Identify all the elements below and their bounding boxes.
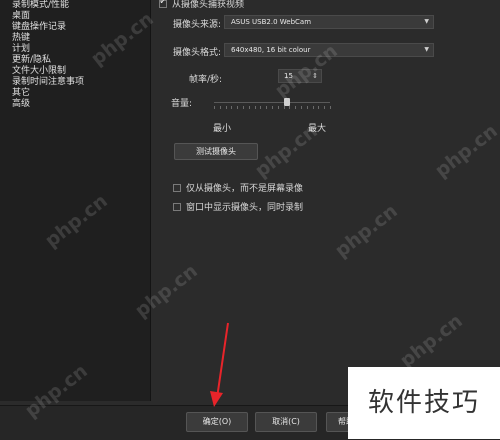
slider-tick [284, 106, 285, 109]
slider-max-label: 最大 [308, 124, 327, 134]
sidebar-item-hotkeys[interactable]: 热键 [12, 33, 30, 43]
camera-format-select[interactable]: 640x480, 16 bit colour ▼ [224, 43, 434, 57]
camera-settings-panel: 从摄像头捕获视频 摄像头来源: ASUS USB2.0 WebCam ▼ 摄像头… [151, 0, 500, 405]
record-from-camera-option[interactable]: 从摄像头捕获视频 [159, 0, 244, 10]
sidebar-item-advanced[interactable]: 高级 [12, 99, 30, 109]
sidebar-item-file-size[interactable]: 文件大小限制 [12, 66, 66, 76]
slider-tick [313, 106, 314, 109]
sidebar-item-updates-privacy[interactable]: 更新/隐私 [12, 55, 51, 65]
slider-tick [214, 106, 215, 109]
slider-track [214, 102, 330, 103]
camera-format-value: 640x480, 16 bit colour [231, 46, 311, 54]
slider-tick [289, 106, 290, 109]
slider-min-label: 最小 [213, 124, 232, 134]
spinner-arrows-icon[interactable]: ⇕ [312, 70, 318, 82]
sidebar-item-desktop[interactable]: 桌面 [12, 11, 30, 21]
record-from-camera-label: 从摄像头捕获视频 [172, 0, 245, 10]
camera-source-select[interactable]: ASUS USB2.0 WebCam ▼ [224, 15, 434, 29]
slider-tick [243, 106, 244, 109]
test-camera-button[interactable]: 测试摄像头 [174, 143, 258, 160]
show-camera-window-option[interactable]: 窗口中显示摄像头，同时录制 [173, 200, 303, 213]
volume-slider[interactable] [214, 96, 331, 112]
sidebar-item-keyboard[interactable]: 键盘操作记录 [12, 22, 66, 32]
record-from-camera-checkbox[interactable] [159, 0, 167, 8]
sidebar-item-record-time[interactable]: 录制时间注意事项 [12, 77, 84, 87]
fps-label: 帧率/秒: [189, 75, 223, 85]
slider-tick [324, 106, 325, 109]
slider-tick [295, 106, 296, 109]
slider-tick [226, 106, 227, 109]
slider-tick [278, 106, 279, 109]
slider-tick [260, 106, 261, 109]
camera-source-value: ASUS USB2.0 WebCam [231, 18, 312, 26]
chevron-down-icon: ▼ [424, 46, 429, 53]
fps-value: 15 [284, 72, 293, 80]
slider-tick [249, 106, 250, 109]
ok-button[interactable]: 确定(O) [186, 412, 248, 432]
camera-format-label: 摄像头格式: [173, 48, 222, 58]
show-camera-window-label: 窗口中显示摄像头，同时录制 [186, 203, 304, 213]
cancel-button[interactable]: 取消(C) [255, 412, 317, 432]
slider-tick [237, 106, 238, 109]
show-camera-window-checkbox[interactable] [173, 202, 181, 211]
slider-tick [272, 106, 273, 109]
brand-watermark: 软件技巧 [348, 367, 500, 439]
camera-only-checkbox[interactable] [173, 183, 181, 192]
sidebar-item-record-mode[interactable]: 录制模式/性能 [12, 0, 69, 10]
sidebar-item-schedule[interactable]: 计划 [12, 44, 30, 54]
chevron-down-icon: ▼ [424, 18, 429, 25]
camera-only-label: 仅从摄像头，而不是屏幕录像 [186, 184, 304, 194]
slider-tick [330, 106, 331, 109]
slider-tick [301, 106, 302, 109]
volume-label: 音量: [171, 99, 193, 109]
slider-tick [307, 106, 308, 109]
slider-tick [255, 106, 256, 109]
camera-source-label: 摄像头来源: [173, 20, 222, 30]
settings-sidebar: 录制模式/性能 桌面 键盘操作记录 热键 计划 更新/隐私 文件大小限制 录制时… [0, 0, 151, 401]
slider-tick [231, 106, 232, 109]
slider-tick [220, 106, 221, 109]
slider-tick [266, 106, 267, 109]
slider-thumb[interactable] [284, 98, 290, 106]
fps-stepper[interactable]: 15 ⇕ [278, 69, 322, 83]
slider-tick [318, 106, 319, 109]
sidebar-item-other[interactable]: 其它 [12, 88, 30, 98]
camera-only-option[interactable]: 仅从摄像头，而不是屏幕录像 [173, 181, 303, 194]
